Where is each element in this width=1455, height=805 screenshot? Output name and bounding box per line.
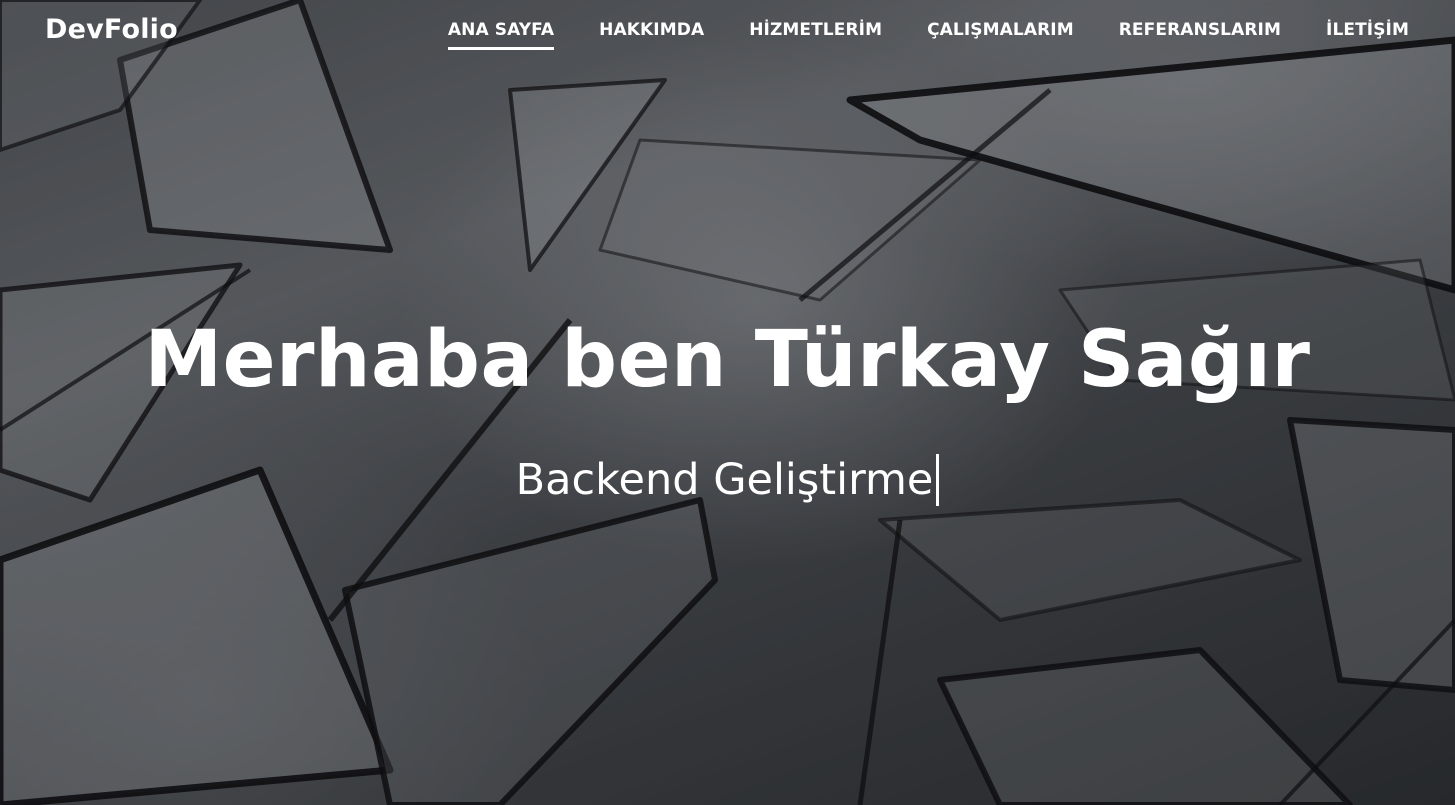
hero-content: Merhaba ben Türkay Sağır Backend Gelişti… (0, 312, 1455, 508)
nav-item-iletisim[interactable]: İLETİŞİM (1326, 20, 1409, 50)
typing-cursor (936, 454, 940, 506)
hero-title: Merhaba ben Türkay Sağır (144, 315, 1311, 405)
nav-item-ana-sayfa[interactable]: ANA SAYFA (447, 20, 555, 50)
nav-menu: ANA SAYFA HAKKIMDA HİZMETLERİM ÇALIŞMALA… (447, 20, 1409, 50)
nav-item-calismalarim[interactable]: ÇALIŞMALARIM (927, 20, 1074, 50)
hero-section: DevFolio ANA SAYFA HAKKIMDA HİZMETLERİM … (0, 0, 1455, 805)
typed-subtitle: Backend Geliştirme (515, 455, 934, 505)
hero-subtitle-wrapper: Backend Geliştirme (516, 452, 940, 508)
nav-item-hizmetlerim[interactable]: HİZMETLERİM (749, 20, 882, 50)
brand-logo[interactable]: DevFolio (45, 14, 178, 45)
nav-item-referanslarim[interactable]: REFERANSLARIM (1119, 20, 1281, 50)
top-navbar: DevFolio ANA SAYFA HAKKIMDA HİZMETLERİM … (0, 0, 1455, 64)
nav-item-hakkimda[interactable]: HAKKIMDA (599, 20, 704, 50)
